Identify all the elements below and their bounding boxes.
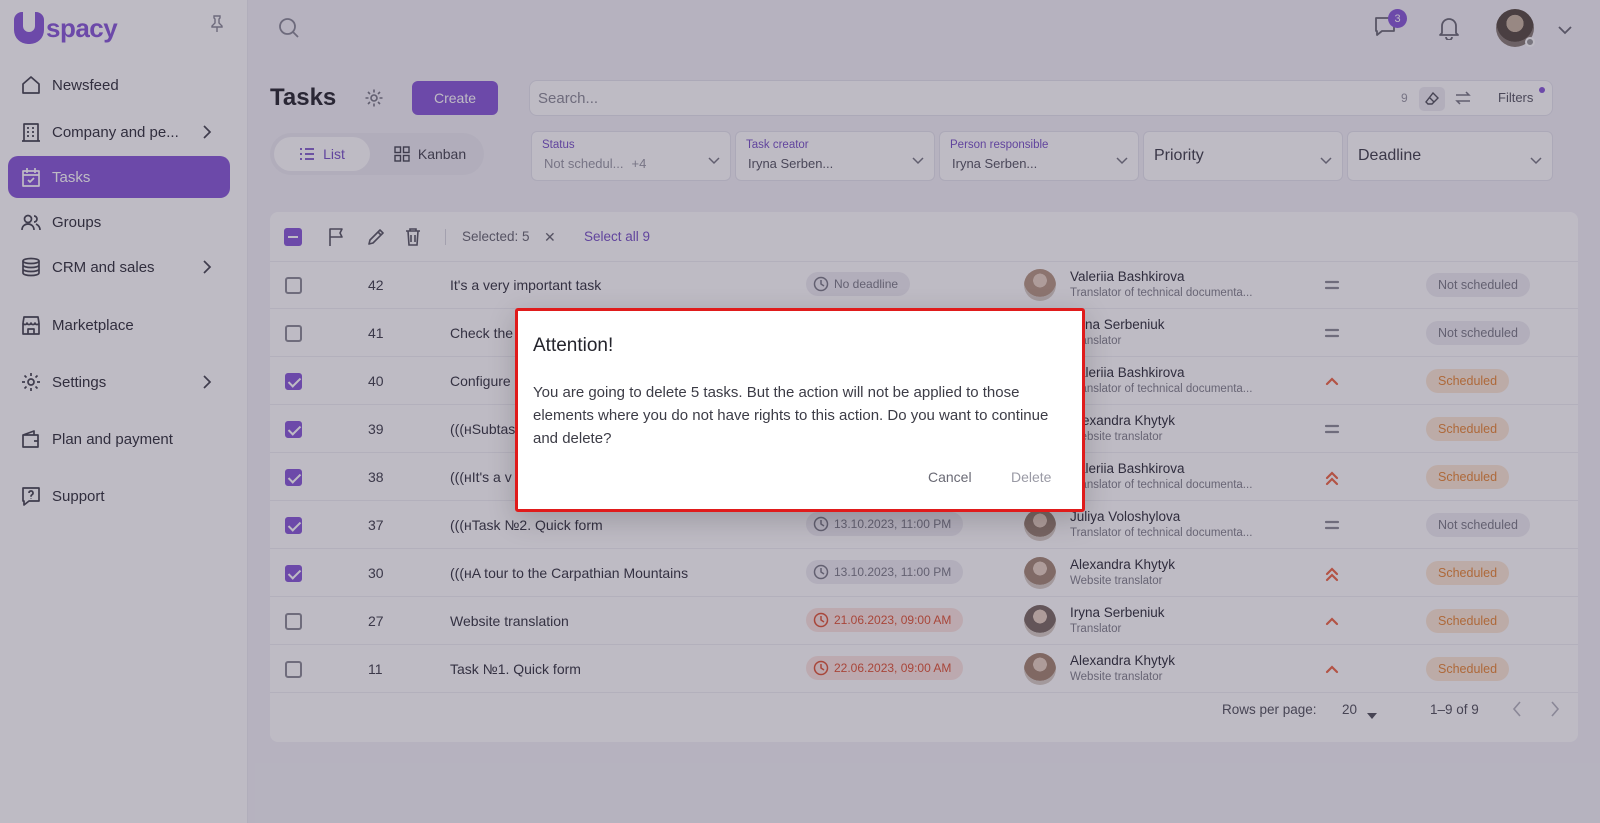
dialog-message: You are going to delete 5 tasks. But the… [533, 384, 1049, 447]
dialog-title: Attention! [533, 335, 614, 356]
delete-button[interactable]: Delete [1011, 469, 1051, 485]
delete-confirm-dialog: Attention! You are going to delete 5 tas… [515, 308, 1085, 512]
cancel-button[interactable]: Cancel [928, 469, 972, 485]
